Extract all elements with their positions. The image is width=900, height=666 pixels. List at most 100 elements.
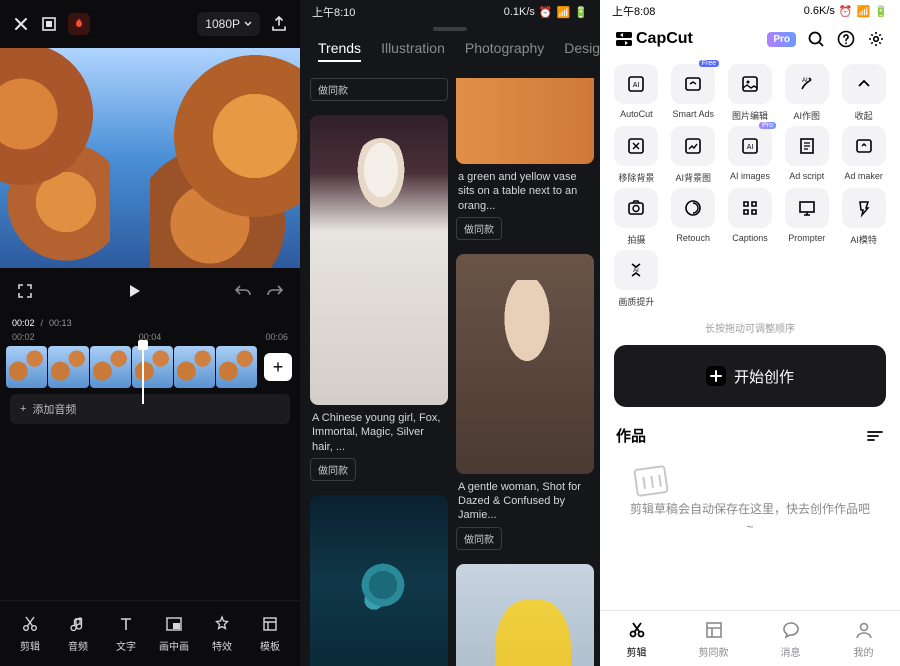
alarm-icon: ⏰ [839,5,853,18]
trend-card[interactable]: Tokyo coloured living, on the street, ye… [456,564,594,666]
tool-pip[interactable]: 画中画 [154,614,194,653]
feature-prompter[interactable]: Prompter [780,188,833,246]
draft-icon [630,462,674,500]
add-clip-button[interactable]: + [264,353,292,381]
status-bar: 上午8:08 0.6K/s⏰📶🔋 [600,0,900,22]
preview-image [150,48,300,268]
help-icon[interactable] [836,29,856,49]
signal-icon: 📶 [857,5,871,18]
time-display: 00:02/00:13 [0,314,300,332]
svg-text:AI: AI [634,268,640,274]
tab-photography[interactable]: Photography [465,40,544,62]
trends-grid[interactable]: 做同款 A Chinese young girl, Fox, Immortal,… [300,78,600,666]
nav-message[interactable]: 消息 [780,619,802,659]
tab-illustration[interactable]: Illustration [381,40,445,62]
clip-thumb[interactable] [6,346,47,388]
plus-icon [706,366,726,386]
feature-拍摄[interactable]: 拍摄 [610,188,663,246]
trend-card[interactable]: A gentle woman, Shot for Dazed & Confuse… [456,254,594,556]
svg-text:AI: AI [747,144,754,151]
clip-thumb[interactable] [174,346,215,388]
trend-card[interactable]: a green and yellow vase sits on a table … [456,78,594,246]
playhead[interactable] [142,344,144,404]
battery-icon: 🔋 [574,6,588,19]
feature-ai模特[interactable]: AI模特 [837,188,890,246]
settings-icon[interactable] [866,29,886,49]
svg-text:AI: AI [802,78,808,84]
feature-ad-script[interactable]: Ad script [780,126,833,184]
feature-grid: AIAutoCutFreeSmart Ads图片编辑AIAI作图收起移除背景AI… [600,56,900,316]
tab-design[interactable]: Design [564,40,600,62]
feature-smart-ads[interactable]: FreeSmart Ads [667,64,720,122]
trend-caption: A gentle woman, Shot for Dazed & Confuse… [456,474,594,527]
timeline[interactable]: 00:0200:0400:06 + + 添加音频 [0,332,300,430]
trend-card[interactable] [310,495,448,666]
create-button[interactable]: 开始创作 [614,345,886,407]
editor-pane: 1080P 00:02/00:13 00:0200:0400:06 + + 添加… [0,0,300,666]
tool-cut[interactable]: 剪辑 [10,614,50,653]
clip-thumb[interactable] [216,346,257,388]
trends-pane: 上午8:10 0.1K/s⏰📶🔋 Trends Illustration Pho… [300,0,600,666]
feature-图片编辑[interactable]: 图片编辑 [724,64,777,122]
editor-header: 1080P [0,0,300,48]
make-same-button[interactable]: 做同款 [310,78,448,101]
sheet-handle[interactable] [433,27,467,31]
tool-fx[interactable]: 特效 [202,614,242,653]
export-icon[interactable] [270,15,288,33]
make-same-button[interactable]: 做同款 [456,217,502,240]
tool-audio[interactable]: 音频 [58,614,98,653]
feature-画质提升[interactable]: AI画质提升 [610,250,663,308]
svg-text:AI: AI [633,82,640,89]
search-icon[interactable] [806,29,826,49]
feature-ai背景图[interactable]: AI背景图 [667,126,720,184]
tab-trends[interactable]: Trends [318,40,361,62]
feature-retouch[interactable]: Retouch [667,188,720,246]
canvas-icon[interactable] [40,15,58,33]
trend-image[interactable] [456,564,594,666]
sort-icon[interactable] [866,429,884,443]
flame-icon[interactable] [68,13,90,35]
make-same-button[interactable]: 做同款 [456,527,502,550]
clip-thumb[interactable] [90,346,131,388]
undo-icon[interactable] [234,283,252,299]
feature-ai-images[interactable]: ProAIAI images [724,126,777,184]
nav-edit[interactable]: 剪辑 [626,619,648,659]
add-audio-button[interactable]: + 添加音频 [10,394,290,424]
trend-image[interactable] [456,78,594,164]
clip-thumb[interactable] [48,346,89,388]
clip-track[interactable]: + [0,346,300,388]
trend-image[interactable] [310,495,448,666]
feature-captions[interactable]: Captions [724,188,777,246]
feature-ai作图[interactable]: AIAI作图 [780,64,833,122]
nav-template[interactable]: 剪同款 [699,619,729,659]
feature-收起[interactable]: 收起 [837,64,890,122]
nav-profile[interactable]: 我的 [853,619,875,659]
bottom-nav: 剪辑 剪同款 消息 我的 [600,610,900,666]
play-icon[interactable] [126,283,142,299]
tool-text[interactable]: 文字 [106,614,146,653]
pro-badge[interactable]: Pro [767,32,796,47]
feature-移除背景[interactable]: 移除背景 [610,126,663,184]
trend-image[interactable] [310,115,448,405]
alarm-icon: ⏰ [539,6,553,19]
plus-icon: + [20,403,26,415]
feature-autocut[interactable]: AIAutoCut [610,64,663,122]
clip-thumb[interactable] [132,346,173,388]
close-icon[interactable] [12,15,30,33]
timeline-ruler: 00:0200:0400:06 [0,332,300,346]
tool-template[interactable]: 模板 [250,614,290,653]
battery-icon: 🔋 [874,5,888,18]
trend-caption: a green and yellow vase sits on a table … [456,164,594,217]
make-same-button[interactable]: 做同款 [310,458,356,481]
expand-icon[interactable] [16,282,34,300]
resolution-select[interactable]: 1080P [197,12,260,36]
preview-image [0,48,110,268]
playback-controls [0,268,300,314]
trend-image[interactable] [456,254,594,474]
trend-caption: A Chinese young girl, Fox, Immortal, Mag… [310,405,448,458]
empty-state: 剪辑草稿会自动保存在这里，快去创作作品吧~ [600,452,900,546]
preview-canvas[interactable] [0,48,300,268]
feature-ad-maker[interactable]: Ad maker [837,126,890,184]
redo-icon[interactable] [266,283,284,299]
trend-card[interactable]: A Chinese young girl, Fox, Immortal, Mag… [310,115,448,487]
